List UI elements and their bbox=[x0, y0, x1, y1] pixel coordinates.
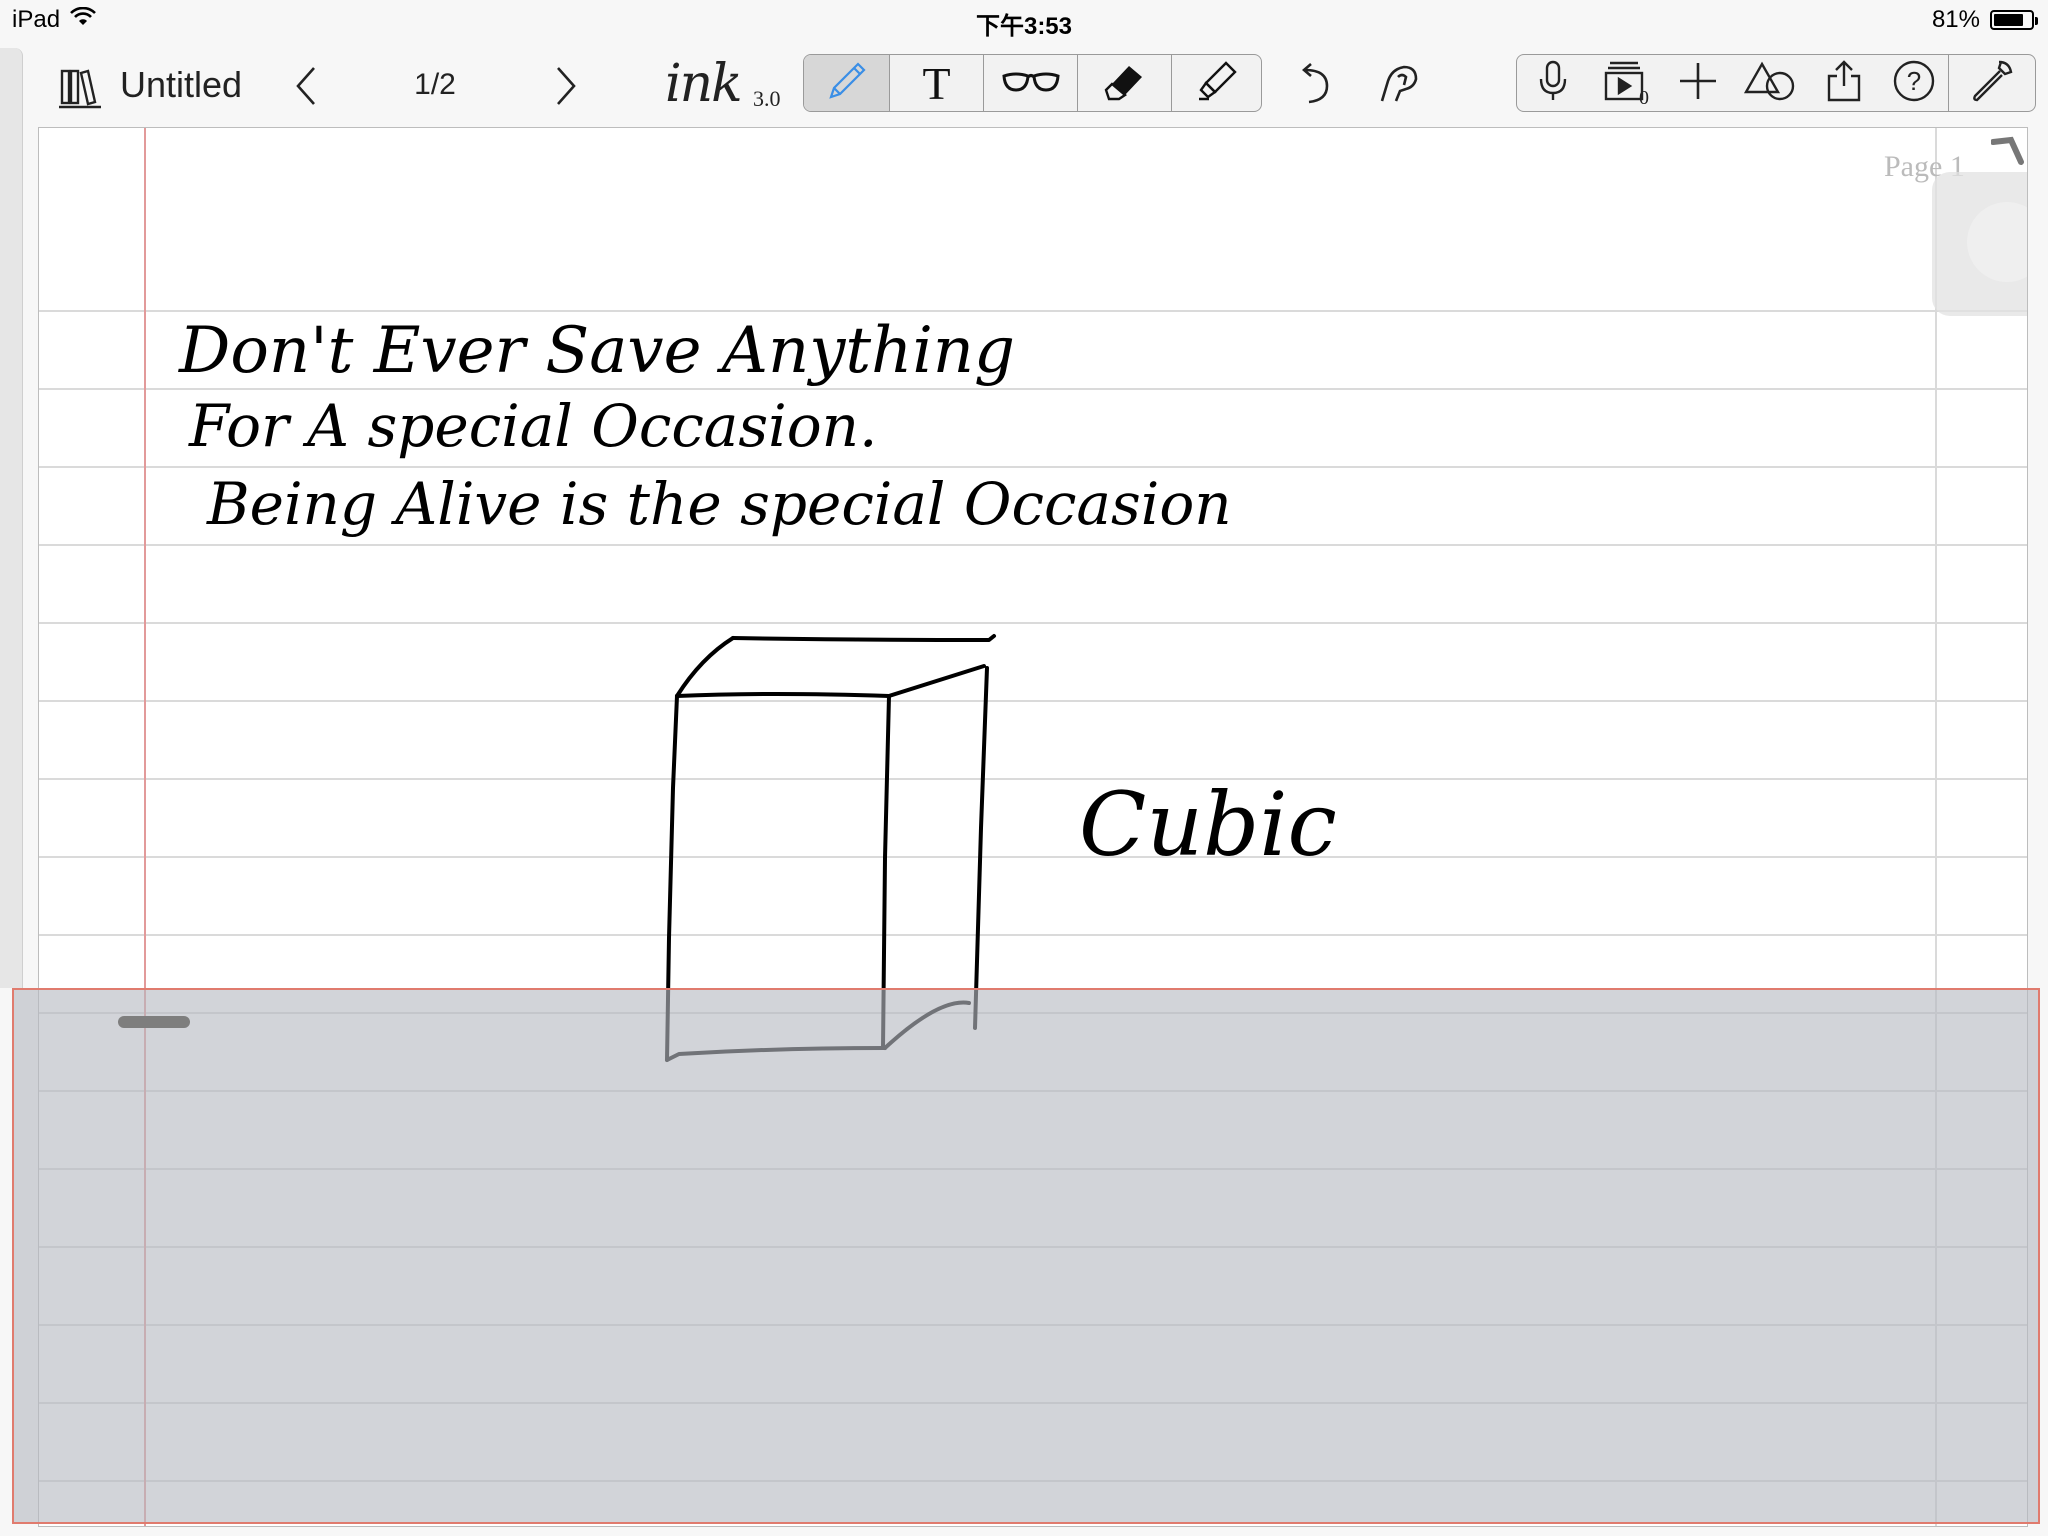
eraser-icon bbox=[1103, 61, 1147, 106]
page-curl-icon[interactable] bbox=[1991, 136, 2028, 176]
panel-drag-handle[interactable] bbox=[118, 1016, 190, 1028]
wrench-icon bbox=[1969, 58, 2015, 109]
handwriting-line-3: Being Alive is the special Occasion bbox=[207, 470, 1232, 538]
undo-icon bbox=[1293, 60, 1333, 111]
books-icon[interactable] bbox=[56, 64, 104, 110]
slideshow-count: 0 bbox=[1639, 87, 1649, 109]
status-bar: iPad 下午3:53 81% bbox=[0, 0, 2048, 40]
help-button[interactable]: ? bbox=[1879, 55, 1949, 111]
app-logo: ink bbox=[665, 54, 743, 114]
plus-icon bbox=[1677, 60, 1719, 107]
settings-button[interactable] bbox=[1949, 55, 2035, 111]
app-version: 3.0 bbox=[753, 86, 781, 111]
eraser-tool-button[interactable] bbox=[1078, 55, 1172, 111]
share-button[interactable] bbox=[1809, 55, 1879, 111]
add-button[interactable] bbox=[1663, 55, 1733, 111]
tool-selector: T bbox=[803, 54, 1262, 112]
page-indicator: 1/2 bbox=[414, 68, 456, 101]
document-title[interactable]: Untitled bbox=[120, 64, 242, 106]
utility-toolbar: 0 ? bbox=[1516, 54, 2036, 112]
highlighter-icon bbox=[1195, 59, 1239, 108]
shapes-icon bbox=[1743, 60, 1798, 107]
text-icon: T bbox=[922, 57, 951, 109]
record-audio-button[interactable] bbox=[1517, 55, 1589, 111]
hand-tool-button[interactable] bbox=[1374, 60, 1424, 110]
glasses-icon bbox=[1001, 66, 1061, 101]
handwriting-cubic: Cubic bbox=[1079, 773, 1337, 876]
handwriting-line-2: For A special Occasion. bbox=[189, 392, 878, 460]
battery-percent: 81% bbox=[1931, 6, 1980, 33]
undo-button[interactable] bbox=[1290, 60, 1336, 110]
slideshow-button[interactable]: 0 bbox=[1589, 55, 1663, 111]
pen-tool-button[interactable] bbox=[804, 55, 890, 111]
pen-icon bbox=[825, 59, 869, 108]
next-page-button[interactable] bbox=[550, 62, 582, 110]
sidebar-handle[interactable] bbox=[0, 48, 23, 988]
battery-icon bbox=[1990, 10, 2038, 30]
help-icon: ? bbox=[1892, 59, 1936, 108]
previous-page-button[interactable] bbox=[290, 62, 322, 110]
hand-icon bbox=[1376, 61, 1422, 110]
floating-action-button[interactable] bbox=[1932, 172, 2027, 316]
microphone-icon bbox=[1537, 59, 1569, 108]
clock: 下午3:53 bbox=[975, 13, 1073, 40]
handwriting-line-1: Don't Ever Save Anything bbox=[179, 314, 1015, 388]
toolbar: Untitled 1/2 ink 3.0 T 0 ? bbox=[0, 40, 2048, 126]
writing-zoom-panel[interactable] bbox=[12, 988, 2040, 1524]
view-mode-button[interactable] bbox=[984, 55, 1078, 111]
share-icon bbox=[1824, 58, 1864, 109]
shapes-button[interactable] bbox=[1733, 55, 1809, 111]
battery-fill bbox=[1994, 14, 2024, 26]
text-tool-button[interactable]: T bbox=[890, 55, 984, 111]
highlighter-tool-button[interactable] bbox=[1172, 55, 1261, 111]
svg-text:?: ? bbox=[1906, 66, 1920, 96]
